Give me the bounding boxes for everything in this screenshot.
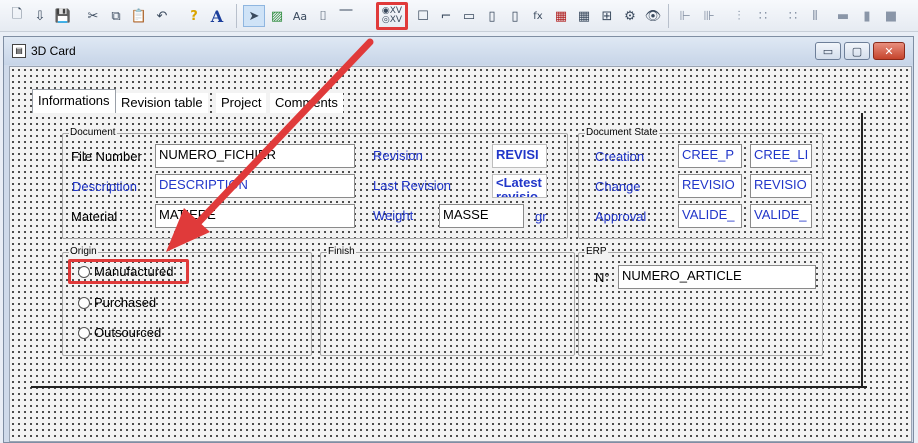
tab-panel-border-right (861, 113, 863, 388)
font-icon[interactable]: A (206, 5, 228, 27)
space-horizontal-icon[interactable]: ∷ (782, 5, 804, 27)
weight-label: Weight (373, 208, 414, 223)
tab-informations[interactable]: Informations (32, 89, 116, 113)
text-icon[interactable]: Aa (289, 5, 311, 27)
erp-group-title: ERP (585, 246, 608, 258)
window-titlebar[interactable]: ▤ 3D Card ▭ ▢ ✕ (4, 37, 913, 65)
tree-icon[interactable]: ⊞ (596, 5, 618, 27)
weight-unit-label: gr (535, 209, 547, 224)
erp-number-field[interactable]: NUMERO_ARTICLE (618, 265, 816, 289)
close-button[interactable]: ✕ (873, 42, 905, 60)
save-icon[interactable]: 💾 (52, 5, 74, 27)
document-state-group-title: Document State (585, 127, 659, 139)
copy-icon[interactable]: ⧉ (105, 5, 127, 27)
radio-tool-highlight-box (376, 2, 408, 30)
same-height-icon[interactable]: ▮ (856, 5, 878, 27)
same-width-icon[interactable]: ▬ (832, 5, 854, 27)
last-revision-label: Last Revision (373, 178, 452, 193)
window-title: 3D Card (31, 44, 76, 58)
tab-panel-border-bottom (31, 386, 867, 388)
align-bottom-icon[interactable]: ∷ (752, 5, 774, 27)
help-icon[interactable]: ? (183, 5, 205, 27)
change-date-field[interactable]: REVISIO (750, 174, 812, 198)
purchased-radio[interactable]: Purchased (78, 295, 156, 310)
radio-circle-icon (78, 326, 90, 339)
table-icon[interactable]: ▦ (573, 5, 595, 27)
change-person-field[interactable]: REVISIO (678, 174, 742, 198)
revision-field[interactable]: REVISI (492, 144, 547, 168)
preview-icon[interactable]: 👁 (642, 5, 664, 27)
maximize-button[interactable]: ▢ (844, 42, 870, 60)
revision-label: Revision (373, 148, 423, 163)
checkbox-icon[interactable]: ☐ (412, 5, 434, 27)
toolbar-separator (236, 4, 237, 28)
designer-toolbar: 🗋 ⇩ 💾 ✂ ⧉ 📋 ↶ ? A ➤ ▨ Aa ⌷ ⎺ ◉XV ◎XV ☐ ⌐… (0, 0, 918, 32)
list-icon[interactable]: ▦ (550, 5, 572, 27)
origin-group-title: Origin (69, 246, 98, 258)
align-center-icon[interactable]: ⊪ (698, 5, 720, 27)
tab-revision-table[interactable]: Revision table (116, 93, 208, 113)
cut-icon[interactable]: ✂ (82, 5, 104, 27)
image-icon[interactable]: ▨ (266, 5, 288, 27)
undo-icon[interactable]: ↶ (151, 5, 173, 27)
settings-icon[interactable]: ⚙ (619, 5, 641, 27)
frame-icon[interactable]: ⌐ (435, 5, 457, 27)
open-icon[interactable]: ⇩ (29, 5, 51, 27)
change-label: Change (595, 179, 641, 194)
card-window-icon: ▤ (12, 44, 26, 58)
container-icon[interactable]: ▯ (504, 5, 526, 27)
formula-icon[interactable]: fx (527, 5, 549, 27)
finish-group-title: Finish (327, 246, 356, 258)
erp-number-label: N° (595, 270, 610, 285)
creation-label: Creation (595, 149, 645, 164)
align-left-icon[interactable]: ⊩ (674, 5, 696, 27)
description-field[interactable]: DESCRIPTION (155, 174, 355, 198)
field-icon[interactable]: ⌷ (312, 5, 334, 27)
minimize-button[interactable]: ▭ (815, 42, 841, 60)
creation-person-field[interactable]: CREE_P (678, 144, 742, 168)
material-label: Material (71, 209, 118, 224)
tab-comments[interactable]: Comments (270, 93, 343, 113)
space-vertical-icon[interactable]: ⫴ (804, 5, 826, 27)
tab-control-icon[interactable]: ▯ (481, 5, 503, 27)
outsourced-label: Outsourced (94, 325, 162, 340)
approval-person-field[interactable]: VALIDE_ (678, 204, 742, 228)
creation-date-field[interactable]: CREE_LI (750, 144, 812, 168)
description-label: Description (72, 179, 138, 194)
pointer-icon[interactable]: ➤ (243, 5, 265, 27)
paste-icon[interactable]: 📋 (128, 5, 150, 27)
purchased-label: Purchased (94, 295, 157, 310)
file-number-label: File Number (71, 149, 142, 164)
outsourced-radio[interactable]: Outsourced (78, 325, 161, 340)
file-number-field[interactable]: NUMERO_FICHIER (155, 144, 355, 168)
align-top-icon[interactable]: ⫶ (728, 5, 750, 27)
group-box-icon[interactable]: ▭ (458, 5, 480, 27)
last-revision-field[interactable]: <Latest revisio (492, 174, 547, 198)
line-icon[interactable]: ⎺ (335, 5, 357, 27)
design-canvas[interactable]: Informations Revision table Project Comm… (9, 66, 912, 442)
same-size-icon[interactable]: ■ (880, 5, 902, 27)
toolbar-separator (668, 4, 669, 28)
approval-label: Approval (595, 209, 647, 224)
approval-date-field[interactable]: VALIDE_ (750, 204, 812, 228)
finish-group: Finish (320, 246, 575, 356)
manufactured-highlight-box (68, 259, 189, 284)
tab-project[interactable]: Project (216, 93, 267, 113)
radio-circle-icon (78, 296, 90, 309)
new-document-icon[interactable]: 🗋 (6, 5, 28, 27)
material-field[interactable]: MATIERE (155, 204, 355, 228)
document-group-title: Document (69, 127, 117, 139)
weight-field[interactable]: MASSE (439, 204, 524, 228)
